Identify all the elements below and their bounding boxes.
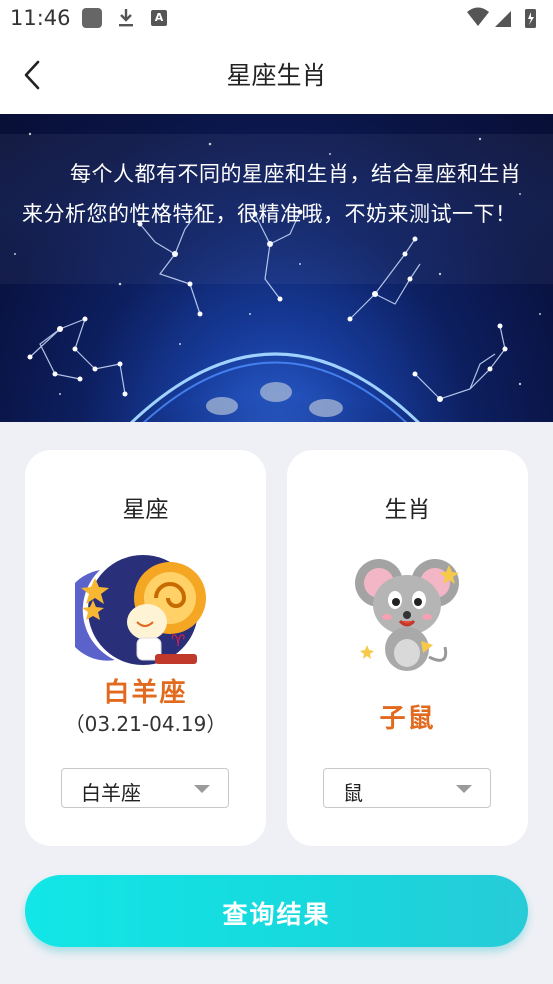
query-result-button[interactable]: 查询结果 xyxy=(25,875,528,947)
dropdown-arrow-icon xyxy=(194,785,210,793)
wifi-icon xyxy=(467,7,489,26)
svg-text:♈: ♈ xyxy=(171,631,185,650)
dropdown-arrow-icon xyxy=(456,785,472,793)
constellation-select[interactable]: 白羊座 xyxy=(61,768,229,808)
zodiac-select[interactable]: 鼠 xyxy=(323,768,491,808)
constellation-result-name: 白羊座 xyxy=(103,678,188,708)
system-status-icons xyxy=(467,7,536,28)
query-result-label: 查询结果 xyxy=(222,900,331,929)
status-time: 11:46 xyxy=(10,6,71,30)
signal-icon xyxy=(495,11,511,27)
zodiac-card: 生肖 子鼠 鼠 xyxy=(287,450,528,846)
status-bar: 11:46 A xyxy=(0,0,553,36)
page-title: 星座生肖 xyxy=(226,61,327,90)
gallery-icon xyxy=(82,8,102,28)
font-a-icon: A xyxy=(151,10,167,26)
app-header: 星座生肖 xyxy=(0,36,553,114)
zodiac-result-name: 子鼠 xyxy=(379,704,436,734)
constellation-card-title: 星座 xyxy=(122,497,169,523)
zodiac-select-value: 鼠 xyxy=(343,781,363,805)
constellation-select-value: 白羊座 xyxy=(81,781,141,805)
download-icon xyxy=(119,9,133,27)
constellation-card: 星座 ♈ 白羊座 （03.21-04.19） 白羊座 xyxy=(25,450,266,846)
zodiac-card-title: 生肖 xyxy=(384,497,431,523)
mouse-illustration xyxy=(355,559,459,671)
aries-illustration: ♈ xyxy=(75,555,206,665)
intro-banner: 每个人都有不同的星座和生肖，结合星座和生肖来分析您的性格特征，很精准哦，不妨来测… xyxy=(0,114,553,422)
banner-intro-text: 每个人都有不同的星座和生肖，结合星座和生肖来分析您的性格特征，很精准哦，不妨来测… xyxy=(22,162,522,226)
constellation-date-range: （03.21-04.19） xyxy=(64,712,227,736)
